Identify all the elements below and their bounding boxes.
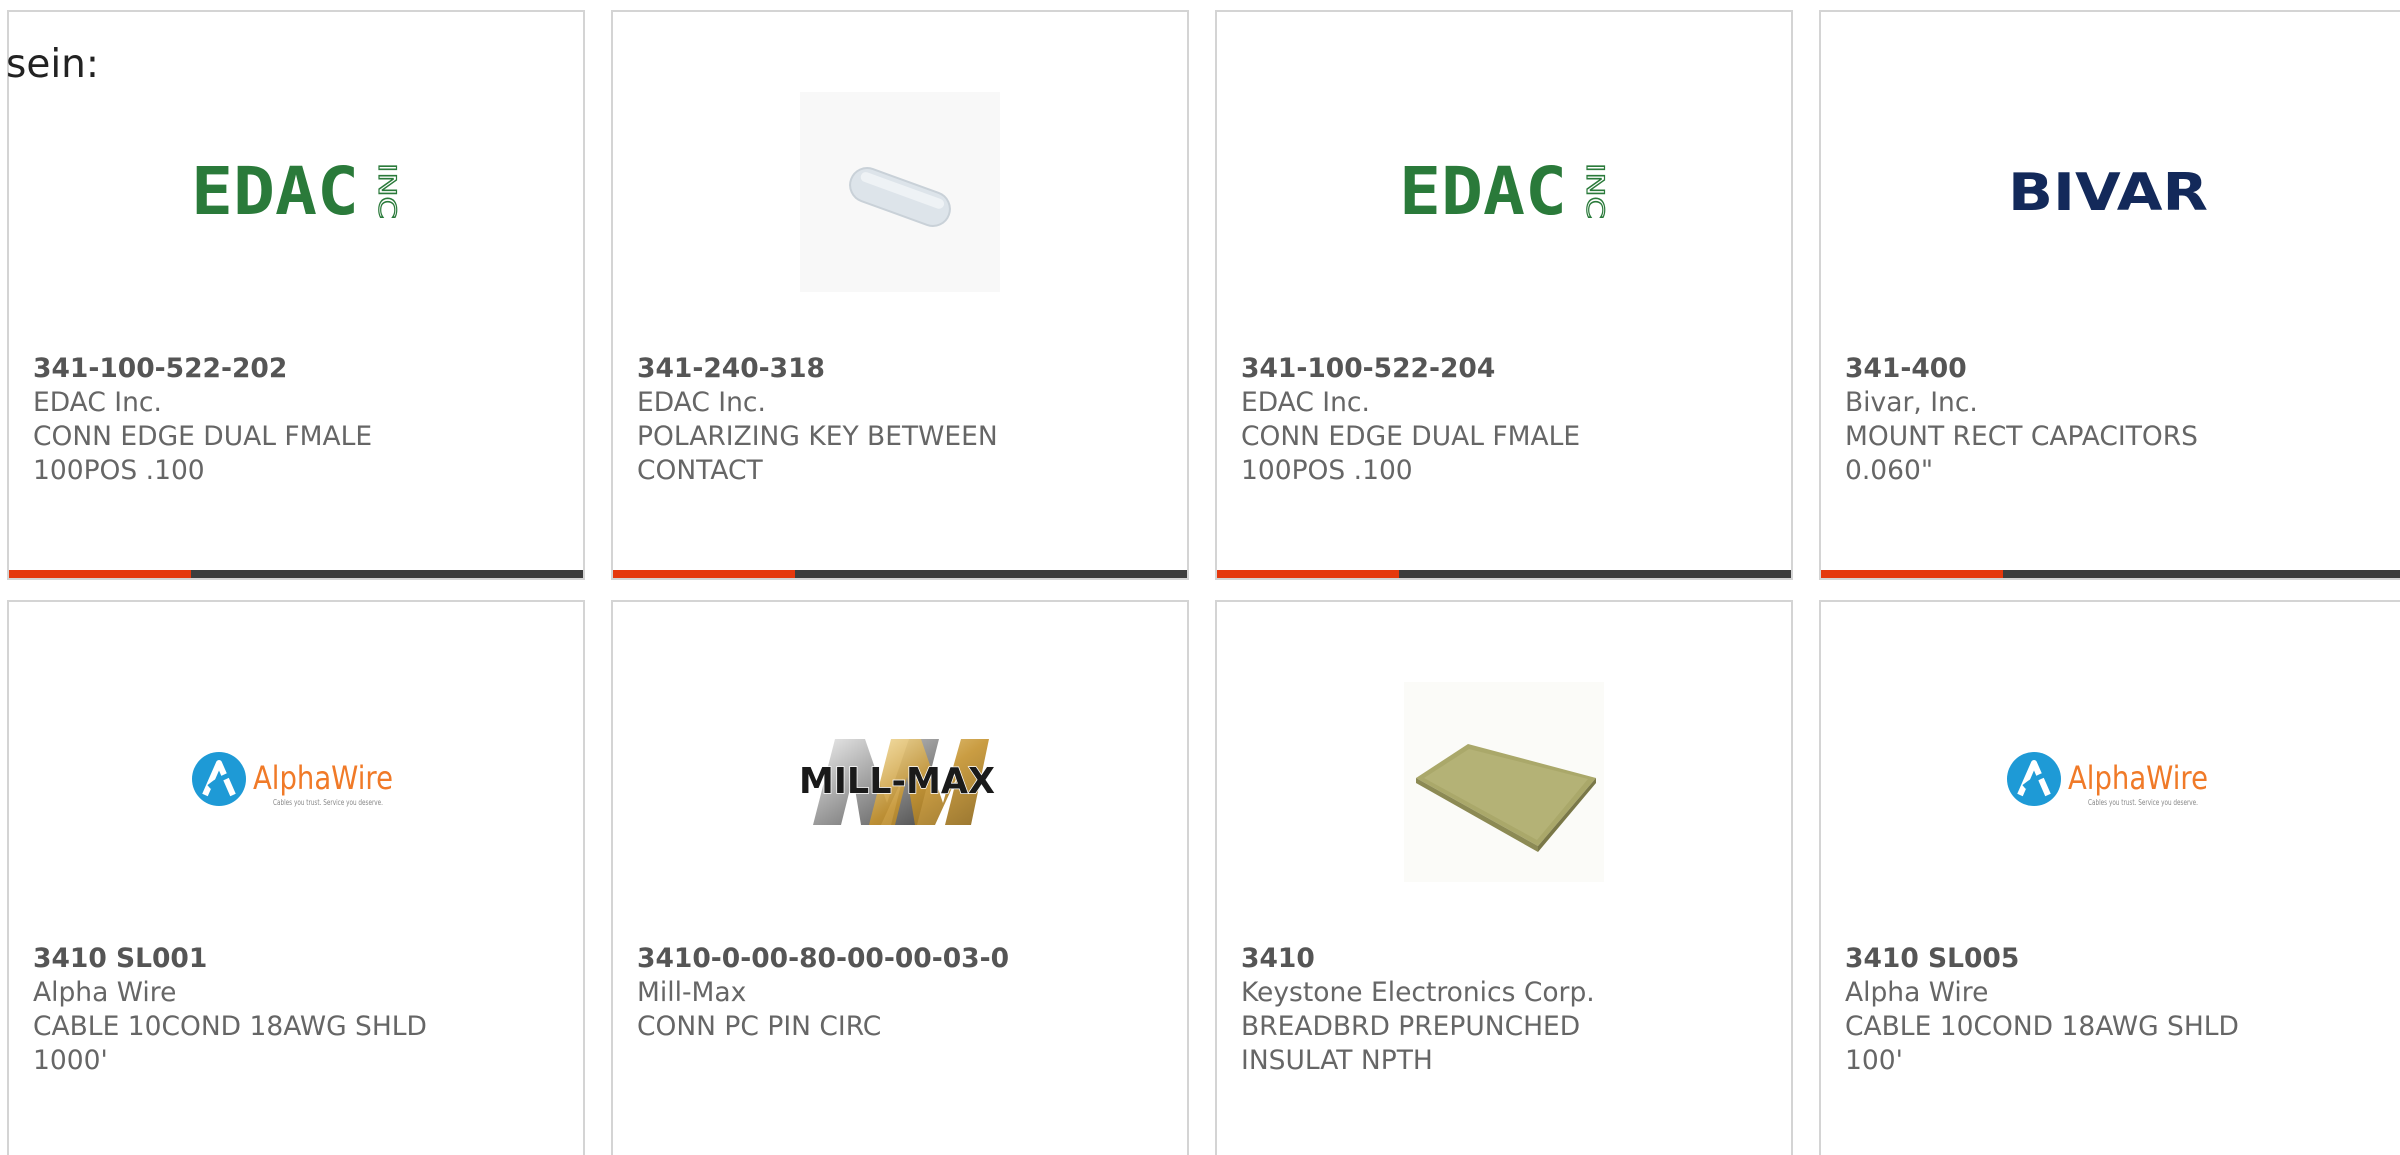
- bivar-logo: BIVAR: [1821, 67, 2400, 317]
- product-card[interactable]: EDAC INC 341-100-522-202 EDAC Inc. CONN …: [7, 10, 585, 580]
- part-number[interactable]: 341-100-522-204: [1241, 352, 1767, 386]
- card-bottom-bar: [613, 570, 1187, 578]
- manufacturer: Alpha Wire: [33, 977, 177, 1008]
- part-number[interactable]: 3410: [1241, 942, 1767, 976]
- svg-text:MILL-MAX: MILL-MAX: [799, 761, 995, 802]
- svg-text:INC: INC: [373, 163, 401, 219]
- manufacturer: Bivar, Inc.: [1845, 387, 1978, 418]
- edac-logo: EDAC INC: [1217, 67, 1791, 317]
- svg-text:Cables you trust. Service you: Cables you trust. Service you deserve.: [2088, 798, 2198, 807]
- part-number[interactable]: 3410 SL005: [1845, 942, 2376, 976]
- manufacturer: EDAC Inc.: [33, 387, 162, 418]
- svg-text:Cables you trust. Service you: Cables you trust. Service you deserve.: [273, 798, 383, 807]
- edac-logo: EDAC INC: [9, 67, 583, 317]
- manufacturer: Mill-Max: [637, 977, 747, 1008]
- description: CABLE 10COND 18AWG SHLD 1000': [33, 1011, 427, 1076]
- product-card[interactable]: MILL-MAX 3410-0-00-80-00-00-03-0 Mill-Ma…: [611, 600, 1189, 1155]
- manufacturer: EDAC Inc.: [1241, 387, 1370, 418]
- description: CONN EDGE DUAL FMALE 100POS .100: [33, 421, 373, 486]
- alphawire-logo: AlphaWire Cables you trust. Service you …: [1821, 657, 2400, 907]
- svg-text:EDAC: EDAC: [191, 157, 359, 227]
- product-card[interactable]: EDAC INC 341-100-522-204 EDAC Inc. CONN …: [1215, 10, 1793, 580]
- card-accent-bar: [1821, 570, 2003, 578]
- description: MOUNT RECT CAPACITORS 0.060": [1845, 421, 2199, 486]
- description: BREADBRD PREPUNCHED INSULAT NPTH: [1241, 1011, 1581, 1076]
- description: POLARIZING KEY BETWEEN CONTACT: [637, 421, 998, 486]
- description: CONN PC PIN CIRC: [637, 1011, 882, 1042]
- svg-text:AlphaWire: AlphaWire: [253, 759, 393, 797]
- product-card[interactable]: BIVAR 341-400 Bivar, Inc. MOUNT RECT CAP…: [1819, 10, 2400, 580]
- millmax-logo: MILL-MAX: [613, 657, 1187, 907]
- product-card[interactable]: AlphaWire Cables you trust. Service you …: [1819, 600, 2400, 1155]
- card-accent-bar: [9, 570, 191, 578]
- svg-text:INC: INC: [1581, 163, 1609, 219]
- product-card[interactable]: 341-240-318 EDAC Inc. POLARIZING KEY BET…: [611, 10, 1189, 580]
- part-number[interactable]: 3410 SL001: [33, 942, 559, 976]
- card-bottom-bar: [9, 570, 583, 578]
- svg-text:AlphaWire: AlphaWire: [2068, 759, 2208, 797]
- polarizing-key-photo: [613, 67, 1187, 317]
- product-card[interactable]: 3410 Keystone Electronics Corp. BREADBRD…: [1215, 600, 1793, 1155]
- manufacturer: EDAC Inc.: [637, 387, 766, 418]
- svg-text:BIVAR: BIVAR: [2008, 163, 2208, 222]
- part-number[interactable]: 341-240-318: [637, 352, 1163, 386]
- card-accent-bar: [613, 570, 795, 578]
- card-bottom-bar: [1821, 570, 2400, 578]
- svg-text:EDAC: EDAC: [1399, 157, 1567, 227]
- product-card[interactable]: AlphaWire Cables you trust. Service you …: [7, 600, 585, 1155]
- manufacturer: Keystone Electronics Corp.: [1241, 977, 1595, 1008]
- breadboard-photo: [1217, 657, 1791, 907]
- lead-text: sein:: [6, 42, 100, 87]
- description: CONN EDGE DUAL FMALE 100POS .100: [1241, 421, 1581, 486]
- part-number[interactable]: 341-400: [1845, 352, 2376, 386]
- card-bottom-bar: [1217, 570, 1791, 578]
- part-number[interactable]: 3410-0-00-80-00-00-03-0: [637, 942, 1163, 976]
- part-number[interactable]: 341-100-522-202: [33, 352, 559, 386]
- manufacturer: Alpha Wire: [1845, 977, 1989, 1008]
- card-accent-bar: [1217, 570, 1399, 578]
- alphawire-logo: AlphaWire Cables you trust. Service you …: [9, 657, 583, 907]
- description: CABLE 10COND 18AWG SHLD 100': [1845, 1011, 2239, 1076]
